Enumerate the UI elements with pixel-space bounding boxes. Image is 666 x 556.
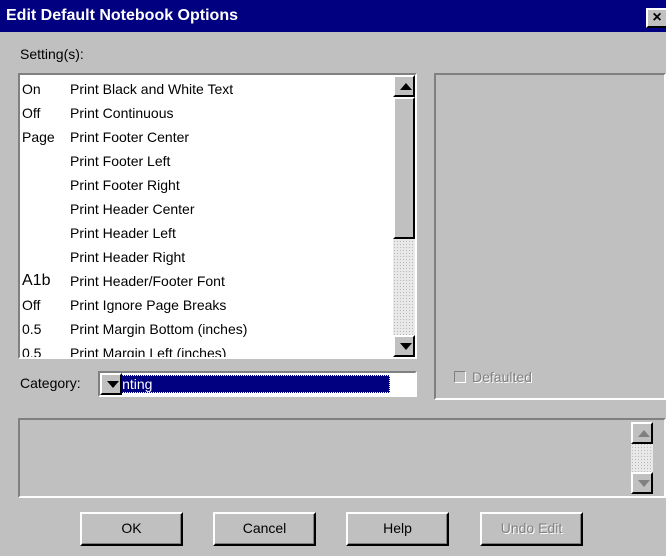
setting-value: On — [22, 81, 41, 97]
desc-scroll-down-button[interactable] — [631, 472, 653, 494]
arrow-down-icon — [638, 480, 650, 487]
settings-label: Setting(s): — [20, 46, 84, 62]
description-scrollbar[interactable] — [631, 422, 653, 494]
setting-name: Print Header Left — [70, 225, 176, 241]
setting-value: A1b — [22, 272, 51, 289]
help-button[interactable]: Help — [346, 512, 449, 546]
defaulted-checkbox[interactable] — [454, 371, 466, 383]
defaulted-label: Defaulted — [472, 369, 532, 385]
cancel-button[interactable]: Cancel — [213, 512, 316, 546]
close-icon: × — [652, 9, 662, 26]
description-box — [18, 418, 666, 498]
setting-name: Print Header/Footer Font — [70, 273, 225, 289]
ok-button[interactable]: OK — [80, 512, 183, 546]
setting-name: Print Header Center — [70, 201, 195, 217]
setting-editor-panel — [434, 73, 666, 400]
setting-name: Print Margin Left (inches) — [70, 345, 227, 359]
setting-name: Print Footer Left — [70, 153, 171, 169]
setting-name: Print Footer Right — [70, 177, 180, 193]
scroll-thumb[interactable] — [393, 97, 415, 239]
window-title: Edit Default Notebook Options — [6, 7, 238, 24]
desc-scroll-up-button[interactable] — [631, 422, 653, 444]
arrow-down-icon — [400, 343, 412, 350]
setting-name: Print Header Right — [70, 249, 186, 265]
title-bar[interactable]: Edit Default Notebook Options × — [0, 0, 666, 32]
setting-name: Print Continuous — [70, 105, 174, 121]
setting-value: Off — [22, 297, 41, 313]
category-dropdown-button[interactable] — [100, 373, 122, 395]
setting-value: Off — [22, 105, 41, 121]
close-button[interactable]: × — [646, 8, 666, 28]
category-select[interactable]: Printing — [98, 371, 417, 397]
setting-value: Page — [22, 129, 55, 145]
setting-value: 0.5 — [22, 345, 42, 359]
settings-listbox[interactable]: On Print Black and White Text Off Print Co… — [18, 73, 417, 359]
scroll-up-button[interactable] — [393, 75, 415, 97]
arrow-up-icon — [638, 430, 650, 437]
undo-edit-button[interactable]: Undo Edit — [480, 512, 583, 546]
category-selected-value: Printing — [102, 375, 390, 393]
setting-name: Print Ignore Page Breaks — [70, 297, 227, 313]
category-label: Category: — [20, 375, 81, 391]
setting-name: Print Black and White Text — [70, 81, 234, 97]
setting-value: 0.5 — [22, 321, 42, 337]
scroll-down-button[interactable] — [393, 335, 415, 357]
setting-name: Print Margin Bottom (inches) — [70, 321, 248, 337]
settings-scrollbar[interactable] — [393, 75, 415, 357]
setting-name: Print Footer Center — [70, 129, 190, 145]
arrow-up-icon — [400, 83, 412, 90]
chevron-down-icon — [107, 381, 119, 388]
